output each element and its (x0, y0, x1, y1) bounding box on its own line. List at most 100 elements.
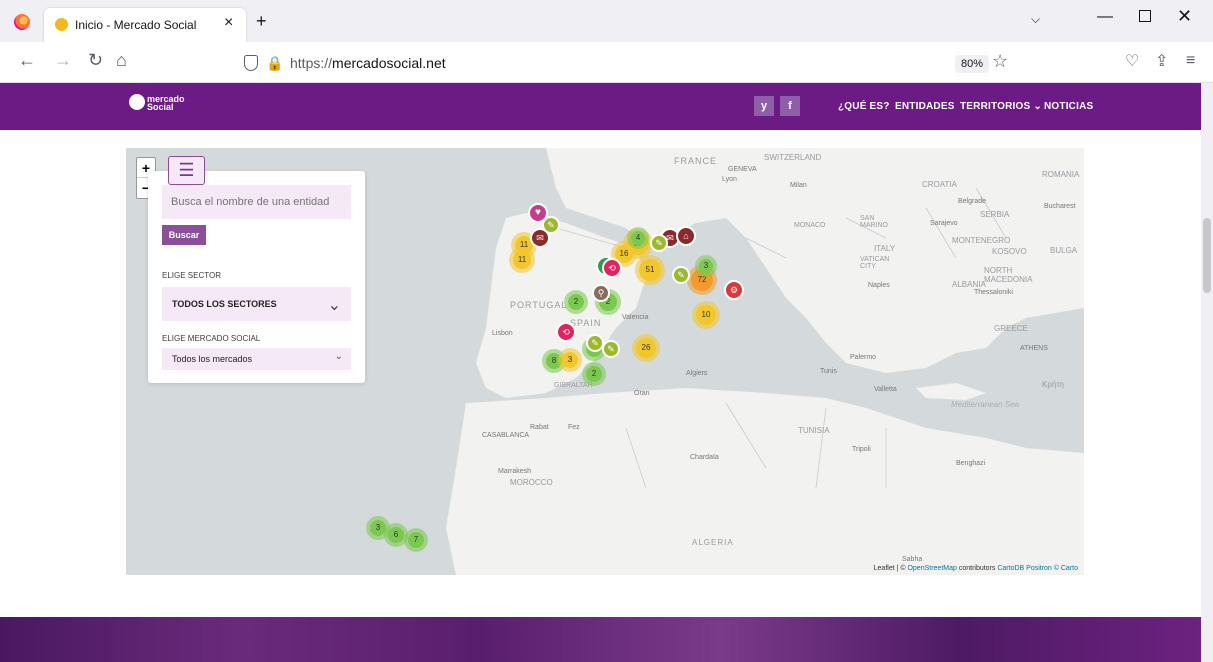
map-label: Tripoli (852, 446, 871, 453)
map-label: SERBIA (980, 210, 1010, 219)
map-label: ITALY (874, 244, 896, 253)
map-label: Lyon (722, 176, 737, 183)
map-label: Mediterranean Sea (950, 400, 1020, 409)
map-label: BULGA (1050, 246, 1078, 255)
nav-entidades[interactable]: ENTIDADES (895, 101, 955, 112)
twitter-icon[interactable]: y (754, 96, 774, 116)
nav-noticias[interactable]: NOTICIAS (1044, 101, 1093, 112)
star-icon[interactable]: ☆ (992, 51, 1008, 72)
nav-territorios[interactable]: TERRITORIOS ⌄ (960, 101, 1042, 112)
map-label: ATHENS (1020, 345, 1048, 352)
logo-line-2: Social (147, 102, 174, 112)
map-label: ROMANIA (1042, 170, 1080, 179)
map-label: Bucharest (1044, 203, 1076, 210)
sector-label: ELIGE SECTOR (162, 271, 221, 280)
page-scrollbar[interactable] (1201, 83, 1213, 662)
lock-icon[interactable]: 🔒 (266, 55, 283, 71)
map-label: Sarajevo (930, 220, 958, 227)
leaf-pin-icon[interactable]: ✎ (672, 266, 690, 284)
cycle-pin-icon[interactable]: ⟲ (602, 258, 622, 278)
firefox-icon[interactable] (14, 14, 30, 30)
browser-toolbar: ← → ↻ ⌂ (0, 42, 1213, 83)
map-label: Belgrade (958, 198, 987, 205)
nav-que-es[interactable]: ¿QUÉ ES? (838, 101, 890, 112)
map-label: MONACO (794, 222, 826, 229)
chevron-down-icon[interactable]: ⌵ (1031, 12, 1040, 27)
filter-panel: ☰ Buscar ELIGE SECTOR TODOS LOS SECTORES… (148, 156, 365, 383)
market-select-value: Todos los mercados (172, 354, 253, 364)
carto-link[interactable]: CartoDB Positron © Carto (997, 565, 1078, 572)
map-label: Valencia (622, 314, 649, 321)
entities-map[interactable]: FRANCE GENEVA Lyon SWITZERLAND Milan MON… (126, 148, 1084, 575)
reload-icon[interactable]: ↻ (88, 50, 103, 71)
logo-icon[interactable] (129, 94, 145, 110)
map-label: GREECE (994, 324, 1028, 333)
pocket-icon[interactable]: ♡ (1125, 51, 1139, 71)
url-bar[interactable]: https://mercadosocial.net (290, 55, 446, 71)
map-label: Tunis (820, 368, 837, 375)
url-host: mercadosocial.net (332, 55, 446, 71)
cluster-count: 26 (636, 338, 656, 358)
new-tab-icon[interactable]: + (256, 11, 267, 32)
map-label: Valletta (874, 386, 897, 393)
map-label: TUNISIA (798, 426, 830, 435)
facebook-icon[interactable]: f (780, 96, 800, 116)
map-label: Algiers (686, 370, 708, 377)
close-window-icon[interactable]: ✕ (1177, 6, 1192, 27)
panel-toggle-icon[interactable]: ☰ (168, 156, 205, 185)
home-pin-icon[interactable]: ⌂ (676, 226, 696, 246)
map-label: GENEVA (728, 166, 757, 173)
map-label: Κρήτη (1042, 380, 1064, 389)
back-icon[interactable]: ← (18, 50, 36, 71)
map-label: Milan (790, 182, 807, 189)
site-logo[interactable]: mercado Social (147, 95, 185, 112)
browser-tab-active[interactable]: Inicio - Mercado Social × (44, 8, 246, 42)
map-label: PORTUGAL (510, 300, 568, 310)
url-prefix: https:// (290, 55, 333, 71)
map-label: VATICAN CITY (860, 256, 890, 270)
bike-pin-icon[interactable]: ⚙ (724, 280, 744, 300)
site-header: mercado Social y f ¿QUÉ ES? ENTIDADES TE… (0, 83, 1201, 130)
zoom-level[interactable]: 80% (955, 55, 990, 73)
map-label: Chardaïa (690, 454, 719, 461)
minimize-icon[interactable]: — (1097, 8, 1113, 26)
share-icon[interactable]: ⇪ (1155, 51, 1168, 71)
forward-icon[interactable]: → (54, 50, 72, 71)
browser-tab-strip: Inicio - Mercado Social × + ⌵ — ✕ (0, 0, 1213, 42)
search-button[interactable]: Buscar (162, 225, 206, 245)
map-label: FRANCE (674, 156, 718, 166)
cluster-count: 11 (513, 251, 531, 269)
attribution-middle: contributors (956, 565, 998, 572)
scrollbar-thumb[interactable] (1203, 218, 1211, 293)
cycle-pin-icon[interactable]: ⟲ (556, 322, 576, 342)
map-label: SWITZERLAND (764, 153, 822, 162)
sector-select[interactable]: TODOS LOS SECTORES ⌄ (162, 287, 351, 321)
cluster-count: 3 (562, 352, 578, 368)
hero-banner-image (0, 617, 1201, 662)
home-icon[interactable]: ⌂ (116, 50, 127, 71)
market-select[interactable]: Todos los mercados ⌄ (162, 348, 351, 370)
map-label: Rabat (530, 424, 549, 431)
cluster-count: 2 (586, 366, 602, 382)
cluster-count: 10 (696, 305, 716, 325)
map-label: SAN MARINO (860, 215, 888, 229)
leaf-pin-icon[interactable]: ✎ (650, 234, 668, 252)
osm-link[interactable]: OpenStreetMap (907, 565, 956, 572)
link-pin-icon[interactable]: ⚲ (592, 284, 610, 302)
cluster-count: 7 (408, 532, 424, 548)
map-label: Benghazi (956, 460, 986, 467)
attribution-prefix: Leaflet | © (873, 565, 908, 572)
map-label: Palermo (850, 354, 877, 361)
restore-icon[interactable] (1139, 10, 1151, 22)
map-label: MOROCCO (510, 478, 553, 487)
cluster-count: 51 (639, 259, 661, 281)
chevron-down-icon: ⌄ (334, 351, 343, 362)
shield-icon[interactable] (244, 55, 258, 71)
map-label: KOSOVO (992, 247, 1027, 256)
tab-close-icon[interactable]: × (224, 14, 233, 32)
hamburger-menu-icon[interactable]: ≡ (1186, 52, 1195, 70)
search-input[interactable] (162, 185, 351, 219)
chevron-down-icon: ⌄ (327, 297, 341, 314)
leaf-pin-icon[interactable]: ✎ (542, 216, 560, 234)
leaf-pin-icon[interactable]: ✎ (602, 340, 620, 358)
